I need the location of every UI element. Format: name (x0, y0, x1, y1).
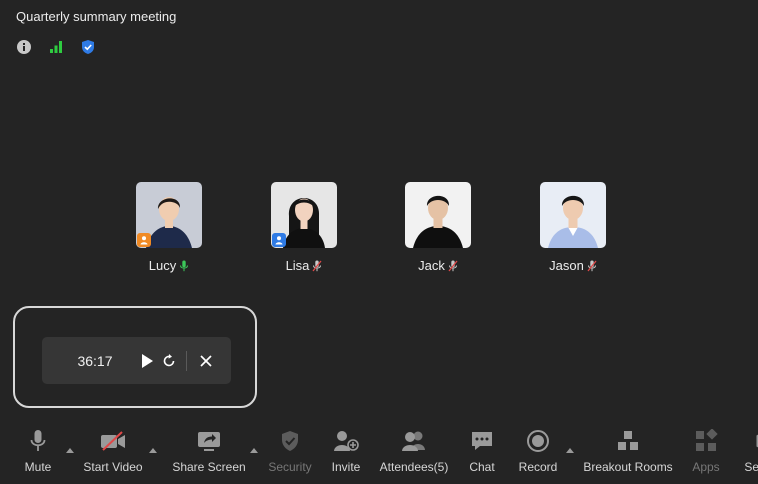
host-badge (137, 233, 151, 247)
restart-icon (163, 353, 175, 366)
record-button[interactable]: Record (517, 424, 559, 474)
participant-name: Jason (549, 258, 584, 273)
meeting-title: Quarterly summary meeting (16, 9, 177, 24)
mute-options-caret[interactable] (66, 448, 74, 453)
meeting-window: Quarterly summary meeting Lucy Lisa Jack… (0, 0, 758, 484)
toolbar-label: Share Screen (172, 460, 246, 474)
participant-tile[interactable]: Jason (533, 182, 613, 273)
record-options-caret[interactable] (566, 448, 574, 453)
toolbar-label: Mute (24, 460, 52, 474)
avatar (136, 182, 202, 248)
participant-name: Lisa (285, 258, 310, 273)
share-screen-icon (198, 432, 220, 451)
toolbar-label: Attendees(5) (379, 460, 449, 474)
person-icon (140, 236, 148, 245)
toolbar-label: Settings (744, 460, 758, 474)
mute-button[interactable]: Mute (22, 424, 54, 474)
participant-name: Lucy (148, 258, 177, 273)
invite-user-icon (334, 431, 359, 451)
security-button[interactable]: Security (268, 424, 312, 474)
avatar (271, 182, 337, 248)
play-icon (142, 353, 153, 368)
start-video-button[interactable]: Start Video (83, 424, 143, 474)
toolbar-label: Chat (469, 460, 495, 474)
record-icon (527, 430, 549, 452)
meeting-toolbar: Mute Start Video Share Screen Security I… (0, 424, 758, 484)
settings-button[interactable]: Settings (738, 424, 758, 474)
apps-icon (696, 429, 718, 451)
avatar-photo (405, 182, 471, 248)
avatar-photo (540, 182, 606, 248)
close-icon (200, 354, 212, 367)
chat-icon (472, 432, 492, 450)
invite-button[interactable]: Invite (330, 424, 362, 474)
meeting-status-icons (16, 39, 96, 55)
person-icon (275, 236, 283, 245)
toolbar-label: Record (518, 460, 558, 474)
breakout-rooms-button[interactable]: Breakout Rooms (583, 424, 673, 474)
attendees-button[interactable]: Attendees(5) (380, 424, 448, 474)
signal-strength-icon[interactable] (48, 39, 64, 55)
share-screen-button[interactable]: Share Screen (172, 424, 246, 474)
breakout-rooms-icon (618, 431, 638, 450)
microphone-muted-icon (448, 260, 458, 271)
toolbar-label: Invite (331, 460, 361, 474)
toolbar-label: Breakout Rooms (583, 460, 673, 474)
timer-close-button[interactable] (195, 350, 217, 372)
microphone-muted-icon (587, 260, 597, 271)
timer-panel: 36:17 (42, 337, 231, 384)
timer-value: 36:17 (77, 352, 113, 369)
chat-button[interactable]: Chat (467, 424, 497, 474)
toolbar-label: Apps (692, 460, 720, 474)
shield-icon (282, 431, 298, 451)
participant-gallery: Lucy Lisa Jack Jason (0, 182, 758, 282)
cohost-badge (272, 233, 286, 247)
shield-check-icon[interactable] (80, 39, 96, 55)
microphone-on-icon (180, 260, 189, 271)
timer-restart-button[interactable] (158, 350, 180, 372)
avatar (405, 182, 471, 248)
microphone-icon (30, 430, 46, 451)
info-icon[interactable] (16, 39, 32, 55)
toolbar-label: Start Video (83, 460, 143, 474)
participant-name: Jack (418, 258, 445, 273)
video-options-caret[interactable] (149, 448, 157, 453)
toolbar-label: Security (268, 460, 312, 474)
microphone-muted-icon (312, 260, 322, 271)
timer-divider (186, 350, 187, 371)
attendees-icon (402, 431, 425, 451)
video-off-icon (101, 431, 125, 451)
share-options-caret[interactable] (250, 448, 258, 453)
apps-button[interactable]: Apps (690, 424, 722, 474)
timer-play-button[interactable] (136, 350, 158, 372)
participant-tile[interactable]: Lisa (264, 182, 344, 273)
participant-tile[interactable]: Lucy (129, 182, 209, 273)
settings-icon (756, 434, 758, 448)
participant-tile[interactable]: Jack (398, 182, 478, 273)
avatar (540, 182, 606, 248)
